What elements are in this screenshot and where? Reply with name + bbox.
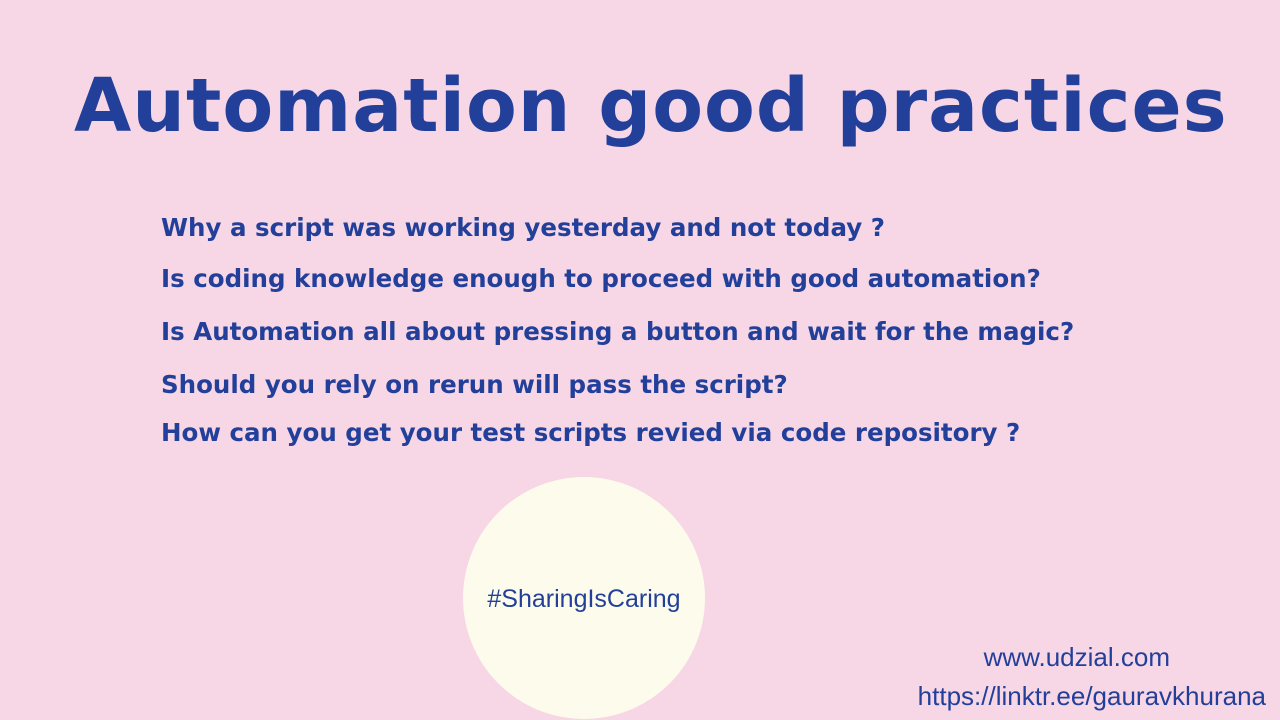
question-item: Should you rely on rerun will pass the s… bbox=[161, 370, 788, 399]
hashtag-circle: #SharingIsCaring bbox=[463, 477, 705, 719]
slide-title: Automation good practices bbox=[74, 63, 1228, 149]
linktree-link[interactable]: https://linktr.ee/gauravkhurana bbox=[918, 680, 1266, 712]
question-item: Is coding knowledge enough to proceed wi… bbox=[161, 264, 1041, 293]
website-link[interactable]: www.udzial.com bbox=[984, 641, 1170, 673]
question-item: How can you get your test scripts revied… bbox=[161, 418, 1021, 447]
question-item: Is Automation all about pressing a butto… bbox=[161, 317, 1075, 346]
question-item: Why a script was working yesterday and n… bbox=[161, 213, 885, 242]
hashtag-text: #SharingIsCaring bbox=[487, 585, 681, 613]
